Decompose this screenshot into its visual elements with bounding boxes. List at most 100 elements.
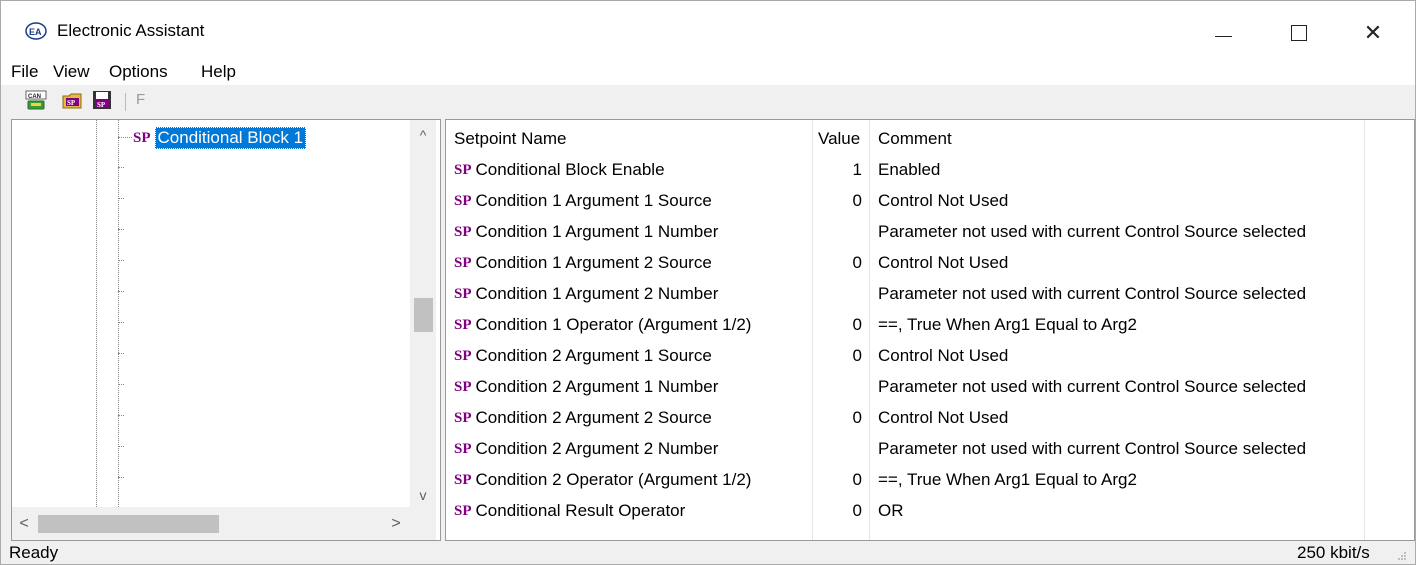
svg-text:SP: SP (67, 99, 76, 107)
tree-connector (118, 167, 124, 168)
sp-icon: SP (454, 223, 472, 240)
table-row[interactable]: SP Condition 2 Argument 2 Source 0 Contro… (446, 403, 1414, 434)
resize-grip-icon[interactable] (1397, 551, 1407, 561)
setpoint-name-cell: SP Condition 1 Argument 1 Number (454, 222, 718, 242)
toolbar-f-button[interactable]: F (136, 91, 145, 108)
value-cell: 0 (852, 346, 862, 365)
scroll-thumb[interactable] (38, 515, 219, 533)
table-row[interactable]: SP Condition 2 Operator (Argument 1/2) 0 … (446, 465, 1414, 496)
can-icon[interactable]: CAN (25, 89, 47, 111)
tree-horizontal-scrollbar[interactable]: < > (12, 507, 410, 540)
table-row[interactable]: SP Condition 1 Argument 2 Number Paramete… (446, 279, 1414, 310)
setpoint-name: Condition 1 Argument 2 Number (475, 284, 719, 303)
maximize-icon (1291, 25, 1307, 41)
close-button[interactable]: ✕ (1340, 11, 1406, 55)
comment-cell: Parameter not used with current Control … (878, 377, 1307, 396)
table-row[interactable]: SP Condition 2 Argument 1 Number Paramete… (446, 372, 1414, 403)
header-setpoint-name[interactable]: Setpoint Name (454, 129, 566, 149)
value-cell: 1 (852, 160, 862, 179)
sp-icon: SP (132, 129, 152, 147)
scroll-right-icon[interactable]: > (384, 507, 408, 540)
setpoint-name: Condition 2 Argument 1 Source (475, 346, 712, 365)
window-title: Electronic Assistant (57, 21, 205, 40)
sp-icon: SP (454, 502, 472, 519)
table-row[interactable]: SP Condition 2 Argument 2 Number Paramete… (446, 434, 1414, 465)
menu-view[interactable]: View (53, 62, 90, 82)
table-row[interactable]: SP Condition 1 Operator (Argument 1/2) 0 … (446, 310, 1414, 341)
comment-cell: OR (878, 501, 904, 520)
scrollbar-corner (410, 507, 436, 540)
table-row[interactable]: SP Condition 2 Argument 1 Source 0 Contro… (446, 341, 1414, 372)
header-value[interactable]: Value (818, 129, 860, 149)
value-cell: 0 (852, 191, 862, 210)
comment-cell: ==, True When Arg1 Equal to Arg2 (878, 470, 1137, 489)
setpoint-name: Conditional Block Enable (475, 160, 665, 179)
tree-vertical-scrollbar[interactable]: ^ v (410, 120, 436, 540)
setpoint-name: Condition 1 Operator (Argument 1/2) (475, 315, 752, 334)
close-icon: ✕ (1363, 20, 1383, 45)
scroll-up-icon[interactable]: ^ (410, 122, 436, 148)
table-row[interactable]: SP Condition 1 Argument 2 Source 0 Contro… (446, 248, 1414, 279)
setpoint-name: Condition 2 Argument 2 Number (475, 439, 719, 458)
setpoint-name-cell: SP Condition 1 Argument 2 Number (454, 284, 718, 304)
sp-open-icon[interactable]: SP (61, 89, 83, 111)
sp-icon: SP (454, 192, 472, 209)
minimize-icon (1214, 35, 1232, 37)
sp-icon: SP (454, 440, 472, 457)
comment-cell: Control Not Used (878, 253, 1009, 272)
setpoint-name: Condition 2 Argument 2 Source (475, 408, 712, 427)
tree-node-conditional-block-1[interactable]: SP Conditional Block 1 (132, 127, 307, 149)
setpoint-name: Condition 2 Argument 1 Number (475, 377, 719, 396)
setpoint-name: Conditional Result Operator (475, 501, 686, 520)
table-header: Setpoint Name Value Comment (446, 124, 1414, 155)
tree-view[interactable]: SP Conditional Block 1 ^ v < > (11, 119, 441, 541)
scroll-thumb[interactable] (414, 298, 433, 332)
tree-connector (118, 384, 124, 385)
tree-connector (118, 353, 124, 354)
table-row[interactable]: SP Condition 1 Argument 1 Source 0 Contro… (446, 186, 1414, 217)
scroll-left-icon[interactable]: < (12, 507, 36, 540)
sp-save-icon[interactable]: SP (91, 89, 113, 111)
menu-bar: File View Options Help (1, 59, 1415, 85)
setpoint-table: Setpoint Name Value Comment SP Conditiona… (445, 119, 1415, 541)
sp-icon: SP (454, 316, 472, 333)
scroll-down-icon[interactable]: v (410, 482, 436, 508)
setpoint-name: Condition 1 Argument 1 Source (475, 191, 712, 210)
header-comment[interactable]: Comment (878, 129, 952, 149)
table-row[interactable]: SP Conditional Block Enable 1 Enabled (446, 155, 1414, 186)
menu-file[interactable]: File (11, 62, 38, 82)
tree-connector (118, 260, 124, 261)
sp-icon: SP (454, 471, 472, 488)
toolbar-separator (125, 93, 126, 111)
table-row[interactable]: SP Conditional Result Operator 0 OR (446, 496, 1414, 527)
tree-connector (118, 137, 132, 138)
svg-text:SP: SP (97, 101, 106, 109)
value-cell: 0 (852, 315, 862, 334)
value-cell: 0 (852, 253, 862, 272)
setpoint-name: Condition 1 Argument 1 Number (475, 222, 719, 241)
tree-connector (118, 415, 124, 416)
comment-cell: Control Not Used (878, 408, 1009, 427)
tree-connector (118, 229, 124, 230)
comment-cell: Parameter not used with current Control … (878, 284, 1307, 303)
tree-guide-line (118, 120, 119, 507)
menu-help[interactable]: Help (201, 62, 236, 82)
setpoint-name-cell: SP Condition 2 Argument 2 Source (454, 408, 712, 428)
setpoint-name-cell: SP Conditional Result Operator (454, 501, 685, 521)
menu-options[interactable]: Options (109, 62, 168, 82)
table-row[interactable]: SP Condition 1 Argument 1 Number Paramete… (446, 217, 1414, 248)
value-cell: 0 (852, 470, 862, 489)
comment-cell: Parameter not used with current Control … (878, 439, 1307, 458)
setpoint-name-cell: SP Condition 2 Operator (Argument 1/2) (454, 470, 751, 490)
tree-connector (118, 198, 124, 199)
minimize-button[interactable] (1190, 11, 1256, 55)
comment-cell: ==, True When Arg1 Equal to Arg2 (878, 315, 1137, 334)
tree-guide-line (96, 120, 97, 507)
title-bar[interactable]: EA Electronic Assistant ✕ (1, 1, 1415, 59)
tree-connector (118, 477, 124, 478)
maximize-button[interactable] (1266, 11, 1332, 55)
comment-cell: Control Not Used (878, 191, 1009, 210)
sp-icon: SP (454, 254, 472, 271)
setpoint-name-cell: SP Condition 1 Operator (Argument 1/2) (454, 315, 751, 335)
setpoint-name-cell: SP Condition 1 Argument 1 Source (454, 191, 712, 211)
